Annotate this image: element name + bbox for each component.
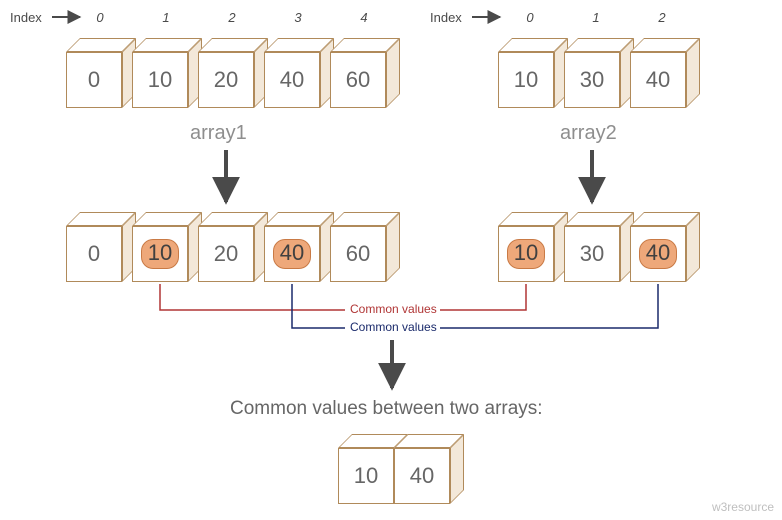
connector-navy-left xyxy=(292,284,345,328)
cell-value: 0 xyxy=(66,52,122,108)
cube-m1-1: 10 xyxy=(132,226,188,282)
cube-m2-1: 30 xyxy=(564,226,620,282)
cube-m1-0: 0 xyxy=(66,226,122,282)
cell-value: 10 xyxy=(132,52,188,108)
array2-label: array2 xyxy=(560,122,617,145)
cell-value: 10 xyxy=(132,226,188,282)
cube-a1-4: 60 xyxy=(330,52,386,108)
cube-a1-0: 0 xyxy=(66,52,122,108)
connector-red-right xyxy=(440,284,526,310)
diagram-stage: Index Index 0 1 2 3 4 0 1 2 0 10 20 40 6… xyxy=(0,0,782,520)
cell-value: 40 xyxy=(630,52,686,108)
idx-a2-0: 0 xyxy=(520,10,540,25)
cell-value: 60 xyxy=(330,226,386,282)
cell-value: 40 xyxy=(264,226,320,282)
idx-a1-0: 0 xyxy=(90,10,110,25)
idx-a1-3: 3 xyxy=(288,10,308,25)
cell-value: 40 xyxy=(394,448,450,504)
cube-a2-2: 40 xyxy=(630,52,686,108)
cube-a1-2: 20 xyxy=(198,52,254,108)
cell-value: 20 xyxy=(198,52,254,108)
cell-value: 40 xyxy=(264,52,320,108)
cell-value: 10 xyxy=(498,52,554,108)
array1-label: array1 xyxy=(190,122,247,145)
cube-a1-1: 10 xyxy=(132,52,188,108)
cell-value: 30 xyxy=(564,52,620,108)
cube-m1-3: 40 xyxy=(264,226,320,282)
cube-m1-4: 60 xyxy=(330,226,386,282)
connector-navy-right xyxy=(440,284,658,328)
index-label-right: Index xyxy=(430,10,462,25)
idx-a2-2: 2 xyxy=(652,10,672,25)
cube-m2-2: 40 xyxy=(630,226,686,282)
cell-value: 20 xyxy=(198,226,254,282)
cube-a1-3: 40 xyxy=(264,52,320,108)
idx-a1-2: 2 xyxy=(222,10,242,25)
common-values-label-red: Common values xyxy=(350,302,437,316)
cube-a2-1: 30 xyxy=(564,52,620,108)
cell-value: 10 xyxy=(338,448,394,504)
cube-result-1: 40 xyxy=(394,448,450,504)
common-values-label-navy: Common values xyxy=(350,320,437,334)
cube-m1-2: 20 xyxy=(198,226,254,282)
result-caption: Common values between two arrays: xyxy=(230,398,543,420)
connector-red-left xyxy=(160,284,345,310)
idx-a1-1: 1 xyxy=(156,10,176,25)
highlight-pill: 40 xyxy=(273,239,311,269)
cell-value: 40 xyxy=(630,226,686,282)
watermark: w3resource xyxy=(712,500,774,514)
idx-a1-4: 4 xyxy=(354,10,374,25)
highlight-pill: 10 xyxy=(141,239,179,269)
cell-value: 60 xyxy=(330,52,386,108)
idx-a2-1: 1 xyxy=(586,10,606,25)
index-label-left: Index xyxy=(10,10,42,25)
cell-value: 30 xyxy=(564,226,620,282)
highlight-pill: 40 xyxy=(639,239,677,269)
highlight-pill: 10 xyxy=(507,239,545,269)
cube-m2-0: 10 xyxy=(498,226,554,282)
cube-result-0: 10 xyxy=(338,448,394,504)
cube-a2-0: 10 xyxy=(498,52,554,108)
cell-value: 0 xyxy=(66,226,122,282)
cell-value: 10 xyxy=(498,226,554,282)
